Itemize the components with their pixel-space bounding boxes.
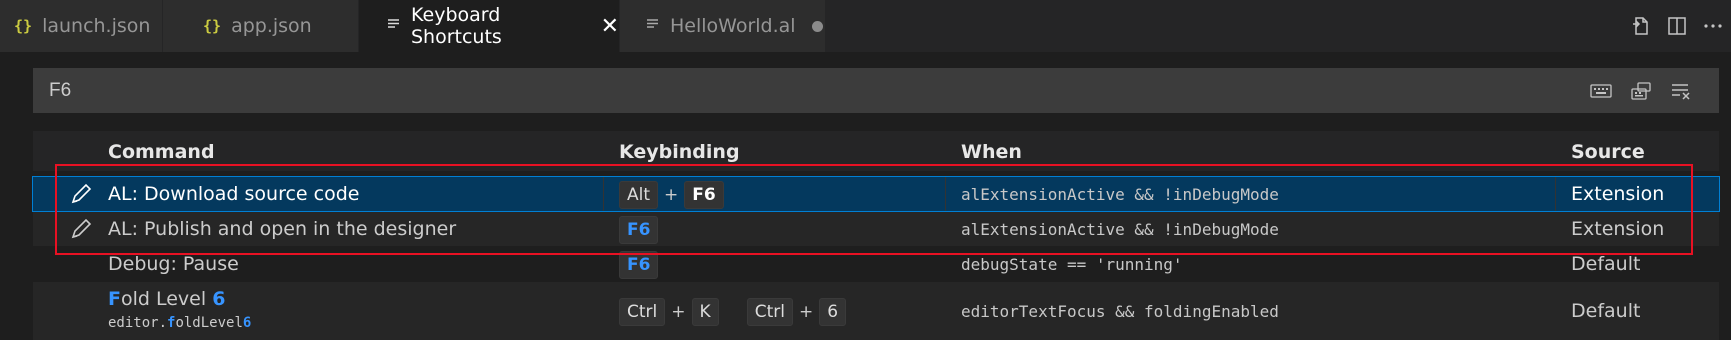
keybindings-table: Command Keybinding When Source AL: Downl… xyxy=(32,131,1720,340)
command-id: editor.foldLevel6 xyxy=(108,315,251,331)
open-json-icon[interactable] xyxy=(1623,8,1659,44)
source-cell: Extension xyxy=(1571,218,1665,240)
key-plus: + xyxy=(671,302,686,322)
key-plus: + xyxy=(664,185,679,205)
command-name: AL: Publish and open in the designer xyxy=(108,218,457,240)
sort-by-precedence-icon[interactable] xyxy=(1621,76,1661,106)
when-clause: debugState == 'running' xyxy=(961,255,1183,274)
when-clause: alExtensionActive && !inDebugMode xyxy=(961,185,1279,204)
lines-icon xyxy=(646,17,660,35)
tab-helloworld-al[interactable]: HelloWorld.al xyxy=(620,0,826,52)
keybinding-cell: Alt + F6 xyxy=(619,181,730,209)
tab-label: HelloWorld.al xyxy=(670,15,796,37)
pencil-edit-icon[interactable] xyxy=(69,182,93,206)
command-name: Debug: Pause xyxy=(108,253,239,275)
match-highlight: 6 xyxy=(242,315,252,331)
editor-actions xyxy=(1623,0,1731,52)
command-text: old Level xyxy=(120,288,213,310)
keybinding-cell: Ctrl + K Ctrl +6 xyxy=(619,298,852,326)
source-cell: Default xyxy=(1571,253,1641,275)
more-actions-icon[interactable] xyxy=(1695,8,1731,44)
key-cap: Ctrl xyxy=(619,298,666,326)
key-cap: F6 xyxy=(684,181,724,209)
unsaved-dot-icon[interactable] xyxy=(811,20,823,32)
tab-label: app.json xyxy=(231,15,312,37)
tab-label: Keyboard Shortcuts xyxy=(411,4,502,48)
source-cell: Default xyxy=(1571,300,1641,322)
clear-search-icon[interactable] xyxy=(1661,76,1701,106)
split-editor-icon[interactable] xyxy=(1659,8,1695,44)
search-input[interactable] xyxy=(33,68,1549,113)
keybinding-cell: F6 xyxy=(619,251,664,279)
close-icon[interactable]: ✕ xyxy=(601,14,619,39)
match-highlight: F xyxy=(108,288,121,310)
search-actions xyxy=(1581,68,1701,113)
when-clause: editorTextFocus && foldingEnabled xyxy=(961,302,1279,321)
editor-tab-bar: {} launch.json {} app.json Keyboard Shor… xyxy=(0,0,1731,52)
json-braces-icon: {} xyxy=(14,17,33,35)
tab-launch-json[interactable]: {} launch.json xyxy=(0,0,163,52)
column-divider xyxy=(1555,177,1556,211)
key-cap: Ctrl xyxy=(746,298,793,326)
pencil-edit-icon[interactable] xyxy=(69,217,93,241)
tab-app-json[interactable]: {} app.json xyxy=(163,0,359,52)
when-clause: alExtensionActive && !inDebugMode xyxy=(961,220,1279,239)
table-row[interactable]: AL: Download source code Alt + F6 alExtens… xyxy=(32,176,1720,212)
tab-label: launch.json xyxy=(42,15,151,37)
command-name: AL: Download source code xyxy=(108,183,360,205)
column-header-source[interactable]: Source xyxy=(1571,141,1645,163)
table-row[interactable]: Debug: Pause F6 debugState == 'running' … xyxy=(33,247,1719,281)
command-id-text: oldLevel xyxy=(175,315,243,331)
column-header-keybinding[interactable]: Keybinding xyxy=(619,141,740,163)
table-row[interactable]: Fold Level 6 editor.foldLevel6 Ctrl + K Ct… xyxy=(33,282,1719,340)
column-header-when[interactable]: When xyxy=(961,141,1022,163)
source-cell: Extension xyxy=(1571,183,1665,205)
table-header: Command Keybinding When Source xyxy=(33,131,1719,171)
tab-keyboard-shortcuts[interactable]: Keyboard Shortcuts ✕ xyxy=(359,0,620,52)
record-keys-icon[interactable] xyxy=(1581,76,1621,106)
match-highlight: 6 xyxy=(212,288,226,310)
key-cap: 6 xyxy=(819,298,847,326)
key-cap: F6 xyxy=(619,216,659,244)
column-header-command[interactable]: Command xyxy=(108,141,215,163)
keybinding-search-box xyxy=(33,68,1719,113)
command-id-text: editor. xyxy=(108,315,168,331)
json-braces-icon: {} xyxy=(203,17,222,35)
column-divider xyxy=(603,177,604,211)
key-plus: + xyxy=(799,302,814,322)
key-cap: K xyxy=(691,298,719,326)
keybinding-cell: F6 xyxy=(619,216,664,244)
key-cap: F6 xyxy=(619,251,659,279)
column-divider xyxy=(945,177,946,211)
table-row[interactable]: AL: Publish and open in the designer F6 … xyxy=(33,212,1719,246)
command-name: Fold Level 6 xyxy=(108,288,225,310)
key-cap: Alt xyxy=(619,181,659,209)
lines-icon xyxy=(387,17,401,35)
